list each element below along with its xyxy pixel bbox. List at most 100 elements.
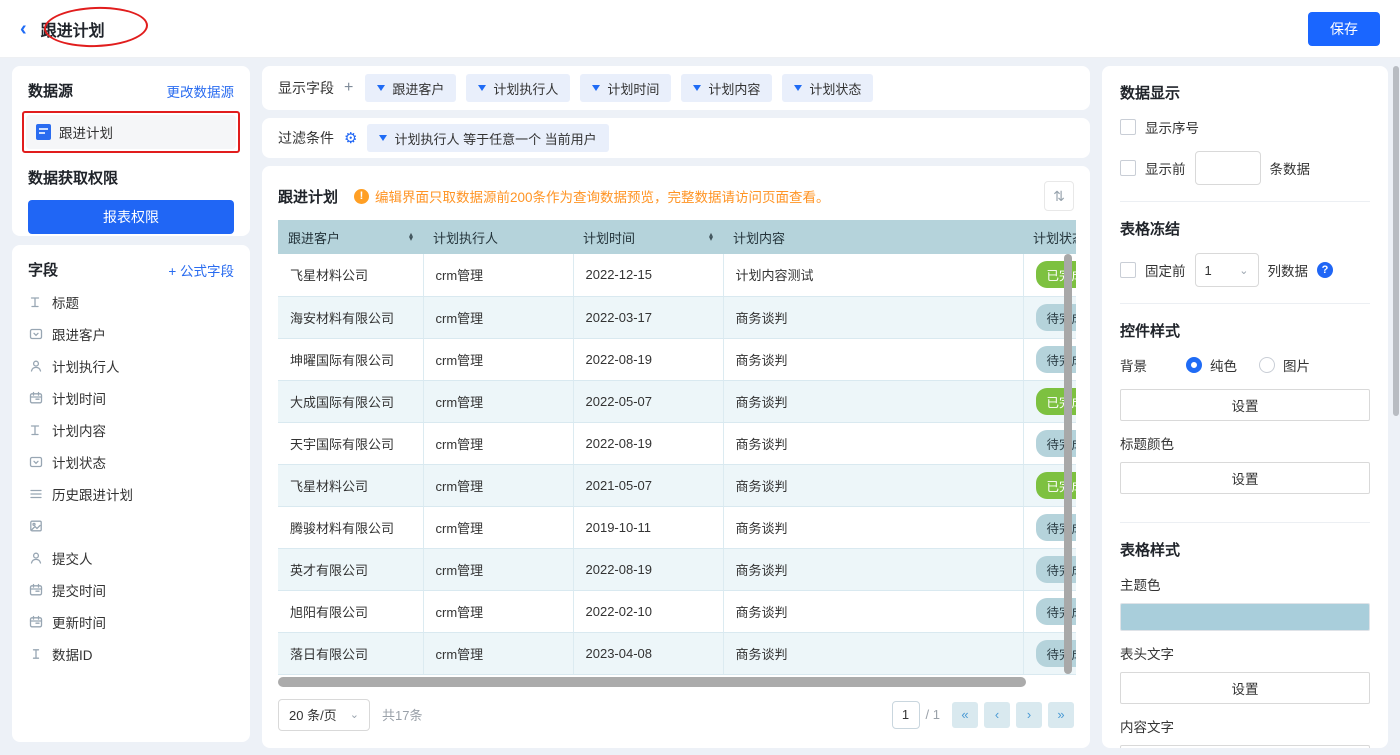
sort-arrows-icon[interactable]: ▴▾ [409,233,413,242]
field-item-label: 计划执行人 [52,356,120,376]
table-cell: 商务谈判 [723,590,1023,632]
title-color-set-button[interactable]: 设置 [1120,462,1370,494]
last-page-button[interactable]: » [1048,702,1074,728]
table-cell: 海安材料有限公司 [278,296,423,338]
field-item[interactable]: 历史跟进计划 [28,478,234,510]
field-item[interactable]: 计划内容 [28,414,234,446]
table-cell: crm管理 [423,464,573,506]
field-item[interactable]: 跟进客户 [28,318,234,350]
next-page-button[interactable]: › [1016,702,1042,728]
field-item[interactable]: 计划时间 [28,382,234,414]
field-item[interactable]: 提交人 [28,542,234,574]
table-cell: 英才有限公司 [278,548,423,590]
field-item[interactable]: 计划执行人 [28,350,234,382]
table-cell: 2022-03-17 [573,296,723,338]
solid-color-radio[interactable] [1186,357,1202,373]
save-button[interactable]: 保存 [1308,12,1380,46]
page-size-select[interactable]: 20 条/页 ⌄ [278,699,370,731]
field-item[interactable]: 数据ID [28,638,234,670]
column-header[interactable]: 计划时间 ▴▾ [573,220,723,254]
content-text-set-button[interactable]: 设置 [1120,745,1370,748]
table-row: 大成国际有限公司crm管理2022-05-07商务谈判已完成 [278,380,1076,422]
display-field-chip[interactable]: 计划内容 [681,74,772,102]
table-cell: 飞星材料公司 [278,254,423,296]
chevron-down-icon [377,85,385,91]
display-field-chip[interactable]: 计划时间 [580,74,671,102]
field-item[interactable]: 更新时间 [28,606,234,638]
change-datasource-link[interactable]: 更改数据源 [167,81,235,101]
report-permission-button[interactable]: 报表权限 [28,200,234,234]
table-cell: crm管理 [423,590,573,632]
column-header[interactable]: 计划内容 [723,220,1023,254]
display-field-chip[interactable]: 计划状态 [782,74,873,102]
page-size-value: 20 条/页 [289,705,337,724]
back-icon[interactable]: ‹ [20,19,27,39]
add-formula-field-link[interactable]: + 公式字段 [168,260,234,280]
horizontal-scrollbar[interactable] [278,677,1026,687]
display-field-chip-label: 计划内容 [708,79,760,98]
field-item[interactable]: 标题 [28,286,234,318]
header-text-set-button[interactable]: 设置 [1120,672,1370,704]
table-cell: 商务谈判 [723,548,1023,590]
theme-color-swatch[interactable] [1120,603,1370,631]
display-field-chip[interactable]: 跟进客户 [365,74,456,102]
permission-title: 数据获取权限 [28,167,234,188]
column-header[interactable]: 跟进客户▴▾ [278,220,423,254]
freeze-prefix: 固定前 [1145,260,1186,280]
field-item[interactable] [28,510,234,542]
table-row: 落日有限公司crm管理2023-04-08商务谈判待完成 [278,632,1076,674]
display-fields-bar: 显示字段 + 跟进客户计划执行人计划时间计划内容计划状态 [262,66,1090,110]
show-first-checkbox[interactable] [1120,160,1136,176]
page-title: 跟进计划 [41,17,105,41]
page-number-input[interactable] [892,701,920,729]
table-cell: 2022-12-15 [573,254,723,296]
show-index-checkbox[interactable] [1120,119,1136,135]
table-cell: 商务谈判 [723,338,1023,380]
image-radio[interactable] [1259,357,1275,373]
freeze-suffix: 列数据 [1268,260,1309,280]
field-item-label: 计划时间 [52,388,106,408]
prev-page-button[interactable]: ‹ [984,702,1010,728]
field-item-label: 提交人 [52,548,93,568]
field-item[interactable]: 计划状态 [28,446,234,478]
filter-condition-chip[interactable]: 计划执行人 等于任意一个 当前用户 [367,124,608,152]
column-header[interactable]: 计划执行人 [423,220,573,254]
id-icon [28,647,43,662]
add-field-icon[interactable]: + [344,79,353,97]
column-header-label: 计划执行人 [433,228,498,247]
sort-arrows-icon[interactable]: ▴▾ [709,233,713,242]
background-set-button[interactable]: 设置 [1120,389,1370,421]
fields-title: 字段 [28,259,58,280]
column-header-label: 计划时间 [583,228,635,247]
first-page-button[interactable]: « [952,702,978,728]
table-row: 腾骏材料有限公司crm管理2019-10-11商务谈判待完成 [278,506,1076,548]
filter-condition-text: 计划执行人 等于任意一个 当前用户 [394,129,596,148]
table-row: 坤曜国际有限公司crm管理2022-08-19商务谈判待完成 [278,338,1076,380]
table-cell: crm管理 [423,296,573,338]
content-text-label: 内容文字 [1120,716,1370,736]
text-icon [28,295,43,310]
top-header: ‹ 跟进计划 保存 [0,0,1400,58]
help-icon[interactable]: ? [1317,262,1333,278]
table-cell: crm管理 [423,506,573,548]
table-cell: crm管理 [423,254,573,296]
freeze-checkbox[interactable] [1120,262,1136,278]
datasource-item[interactable]: 跟进计划 [26,115,236,149]
column-header[interactable]: 计划状态 [1023,220,1076,254]
display-field-chip[interactable]: 计划执行人 [466,74,570,102]
table-row: 旭阳有限公司crm管理2022-02-10商务谈判待完成 [278,590,1076,632]
window-scrollbar[interactable] [1393,66,1399,416]
chevron-down-icon [478,85,486,91]
field-item-label: 跟进客户 [52,324,106,344]
table-cell: 2023-04-08 [573,632,723,674]
table-cell: 计划内容测试 [723,254,1023,296]
show-first-count-input[interactable] [1195,151,1261,185]
image-label: 图片 [1283,355,1310,375]
page-total: / 1 [926,707,940,722]
freeze-count-select[interactable]: 1 ⌄ [1195,253,1259,287]
table-cell: 旭阳有限公司 [278,590,423,632]
field-item[interactable]: 提交时间 [28,574,234,606]
gear-icon[interactable]: ⚙ [344,129,357,147]
vertical-scrollbar[interactable] [1064,254,1072,674]
sort-icon[interactable]: ⇅ [1044,181,1074,211]
